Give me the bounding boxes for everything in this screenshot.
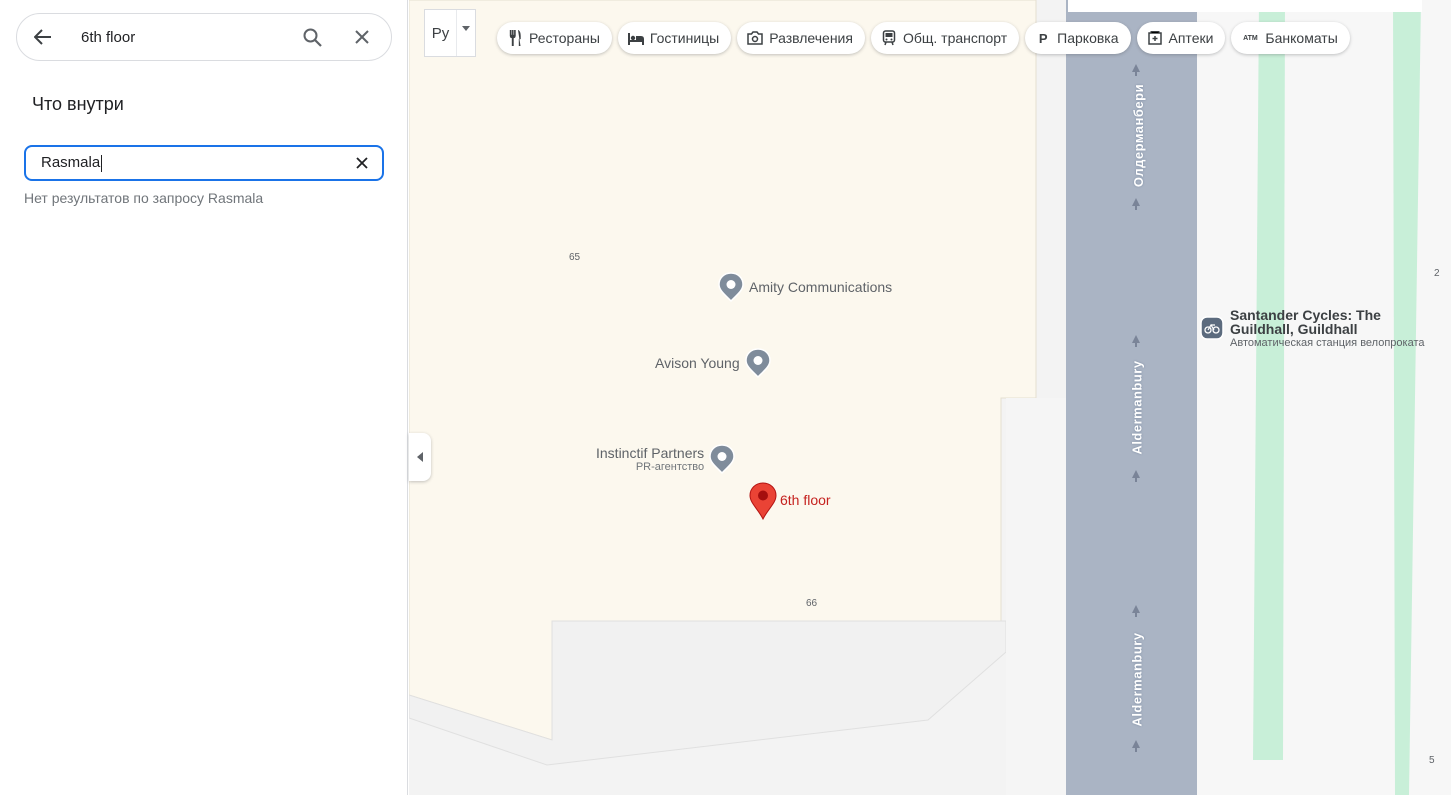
search-input[interactable]: 6th floor (69, 29, 287, 46)
floor-label: Pу (425, 10, 457, 56)
chip-label: Парковка (1057, 30, 1119, 46)
chip-label: Аптеки (1168, 30, 1214, 46)
poi-santander-cycles[interactable]: Santander Cycles: The Guildhall, Guildha… (1200, 308, 1424, 350)
poi-label: Amity Communications (749, 279, 893, 295)
pharmacy-icon (1147, 30, 1163, 46)
text-caret (101, 154, 103, 172)
chip-label: Общ. транспорт (902, 30, 1008, 46)
inside-search-input[interactable]: Rasmala (24, 145, 384, 181)
selected-place-marker[interactable]: 6th floor (749, 482, 831, 520)
chip-entertainment[interactable]: Развлечения (737, 22, 865, 54)
map-canvas[interactable] (409, 0, 1451, 795)
no-results-message: Нет результатов по запросу Rasmala (24, 190, 264, 206)
street-label-ru: Олдерманбери (1131, 83, 1147, 188)
poi-pin-icon (709, 444, 735, 474)
search-icon (303, 28, 322, 47)
selected-place-label: 6th floor (780, 492, 831, 508)
address-number: 5 (1429, 755, 1435, 766)
poi-category: Автоматическая станция велопроката (1230, 337, 1425, 349)
street-label-aldermanbury-2: Aldermanbury (1129, 632, 1145, 727)
address-number: 65 (569, 252, 581, 263)
bike-station-icon (1200, 316, 1224, 340)
poi-label: Santander Cycles: The (1230, 307, 1381, 323)
poi-category: PR-агентство (635, 461, 705, 473)
poi-pin-icon (744, 348, 771, 378)
chip-restaurants[interactable]: Рестораны (497, 22, 612, 54)
collapse-side-panel-button[interactable] (409, 433, 431, 481)
red-pin-icon (749, 482, 777, 520)
restaurant-icon (507, 30, 523, 46)
transit-icon (881, 30, 897, 46)
side-panel: 6th floor Что внутри Rasmala Нет результ… (0, 0, 408, 795)
poi-pin-icon (718, 272, 744, 302)
chip-transit[interactable]: Общ. транспорт (870, 22, 1020, 54)
chip-parking[interactable]: P Парковка (1025, 22, 1131, 54)
poi-label: Guildhall, Guildhall (1230, 321, 1358, 337)
poi-amity-communications[interactable]: Amity Communications (718, 272, 892, 302)
search-box[interactable]: 6th floor (16, 13, 392, 61)
section-title: Что внутри (32, 94, 124, 114)
chip-label: Рестораны (529, 30, 600, 46)
chip-hotels[interactable]: Гостиницы (617, 22, 732, 54)
poi-label: Avison Young (655, 355, 740, 371)
floor-dropdown-button[interactable] (457, 10, 475, 56)
back-button[interactable] (17, 13, 69, 61)
atm-icon: ATM (1243, 34, 1258, 42)
clear-input-button[interactable] (342, 147, 382, 179)
arrow-left-icon (34, 29, 51, 45)
close-icon (356, 157, 368, 169)
camera-icon (747, 30, 763, 46)
hotel-icon (627, 30, 644, 46)
category-chips: Рестораны Гостиницы Развлечения Общ. тра… (497, 22, 1350, 54)
street-label-aldermanbury: Aldermanbury (1129, 360, 1145, 455)
close-search-button[interactable] (337, 13, 387, 61)
chip-pharmacies[interactable]: Аптеки (1136, 22, 1226, 54)
search-button[interactable] (287, 13, 337, 61)
poi-instinctif-partners[interactable]: Instinctif Partners PR-агентство (596, 444, 735, 474)
close-icon (355, 30, 369, 44)
caret-left-icon (417, 452, 423, 462)
parking-icon: P (1038, 30, 1048, 46)
poi-label: Instinctif Partners (596, 445, 705, 461)
chip-atms[interactable]: ATM Банкоматы (1231, 22, 1350, 54)
address-number: 66 (806, 598, 818, 609)
map-base (409, 0, 1451, 795)
chip-label: Банкоматы (1265, 30, 1338, 46)
inside-search-value: Rasmala (41, 154, 101, 172)
poi-avison-young[interactable]: Avison Young (655, 348, 771, 378)
address-number: 2 (1434, 268, 1440, 279)
chip-label: Развлечения (769, 30, 853, 46)
floor-selector[interactable]: Pу (424, 9, 476, 57)
caret-down-icon (462, 26, 470, 31)
chip-label: Гостиницы (649, 30, 720, 46)
